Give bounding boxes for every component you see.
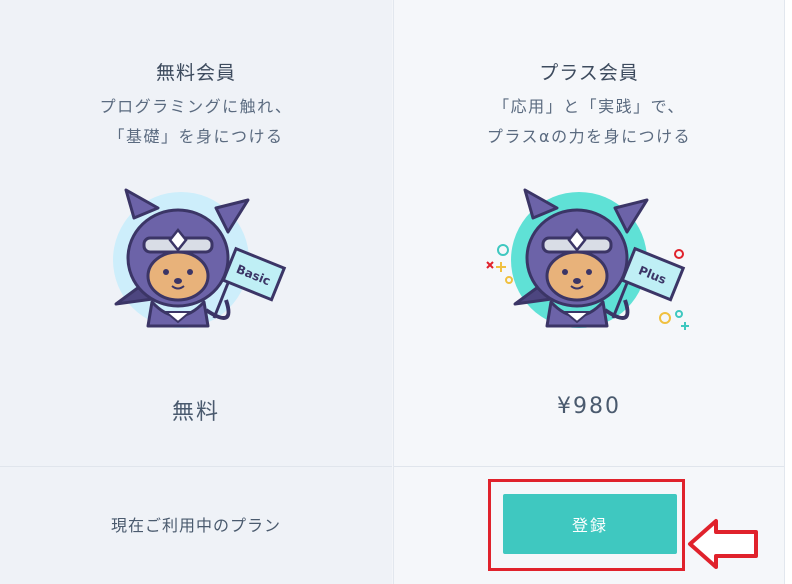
pointer-arrow-icon <box>688 519 758 569</box>
right-edge-column <box>784 0 792 584</box>
plan-price: ¥980 <box>557 394 621 419</box>
plan-tagline-line2: 「基礎」を身につける <box>108 127 284 146</box>
highlight-box <box>488 479 685 571</box>
plan-name: プラス会員 <box>539 62 639 84</box>
plan-tagline-line1: プログラミングに触れ、 <box>99 97 293 116</box>
ninja-mascot-plus-icon: Plus <box>486 188 689 330</box>
current-plan-label: 現在ご利用中のプラン <box>110 516 281 535</box>
plan-tagline-line2: プラスαの力を身につける <box>486 127 692 146</box>
ninja-mascot-basic-icon: Basic <box>113 188 287 328</box>
sparkle-icon <box>497 244 509 256</box>
plan-name: 無料会員 <box>155 62 236 84</box>
divider <box>394 466 784 467</box>
divider <box>0 466 392 467</box>
free-plan-column: 無料会員 プログラミングに触れ、 「基礎」を身につける Basic 無料 現在ご… <box>0 0 392 584</box>
plan-price: 無料 <box>171 400 220 425</box>
plan-tagline-line1: 「応用」と「実践」で、 <box>493 97 685 116</box>
